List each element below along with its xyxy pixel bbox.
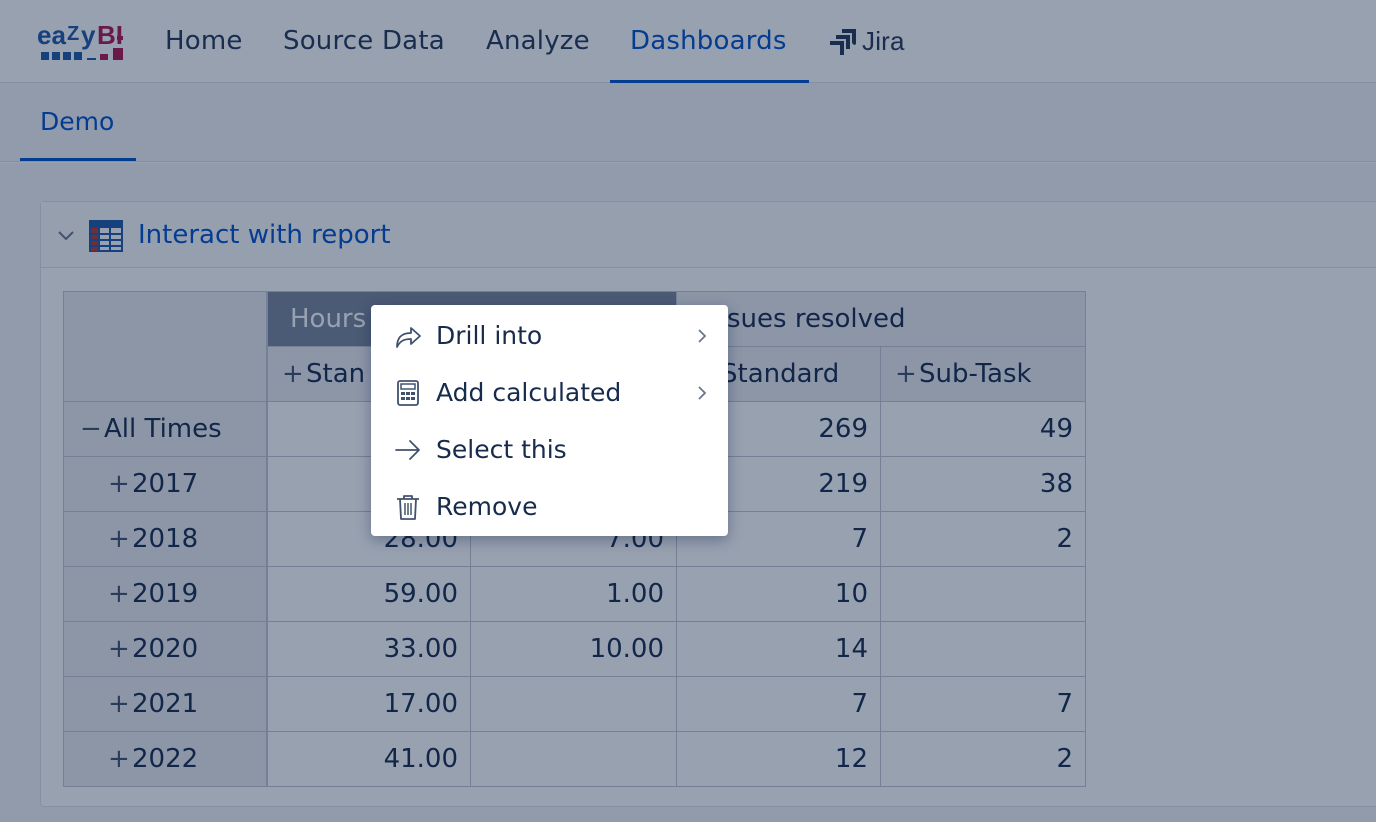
menu-item-label: Remove: [436, 492, 538, 521]
menu-item-remove[interactable]: Remove: [371, 478, 728, 535]
share-arrow-icon: [396, 327, 421, 348]
menu-item-drill-into[interactable]: Drill into: [371, 307, 728, 364]
menu-item-label: Add calculated: [436, 378, 622, 407]
menu-item-select-this[interactable]: Select this: [371, 421, 728, 478]
chevron-right-icon: [698, 329, 707, 343]
menu-item-add-calculated[interactable]: Add calculated: [371, 364, 728, 421]
menu-item-label: Select this: [436, 435, 567, 464]
calculator-icon: [397, 380, 419, 406]
menu-item-label: Drill into: [436, 321, 543, 350]
context-menu: Drill into Add calculated Select this Re…: [371, 305, 728, 536]
trash-icon: [397, 495, 419, 520]
arrow-right-icon: [395, 440, 420, 460]
chevron-right-icon: [698, 386, 707, 400]
